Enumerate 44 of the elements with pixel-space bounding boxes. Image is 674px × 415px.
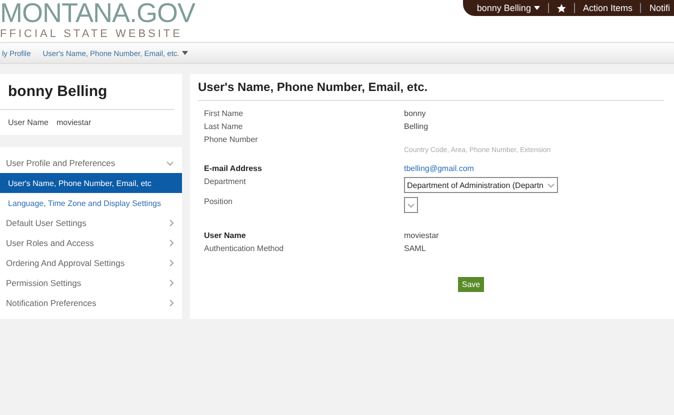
save-button[interactable]: Save xyxy=(458,277,484,292)
chevron-right-icon xyxy=(169,239,174,247)
nav-section[interactable]: User Profile and Preferences xyxy=(0,153,182,173)
field-label: E-mail Address xyxy=(204,164,263,173)
field-label: Position xyxy=(204,197,234,208)
field-label: Authentication Method xyxy=(204,244,285,253)
header-link[interactable]: Notifi xyxy=(649,3,670,13)
field-value: moviestar xyxy=(404,231,439,240)
caret-icon xyxy=(534,6,540,10)
caret-icon xyxy=(182,51,188,55)
star-icon[interactable] xyxy=(556,4,566,12)
logo-subtitle: FFICIAL STATE WEBSITE xyxy=(0,27,184,41)
user-name-label: User Name xyxy=(8,118,48,127)
email-link[interactable]: tbelling@gmail.com xyxy=(404,164,474,173)
chevron-right-icon xyxy=(169,279,174,287)
chevron-right-icon xyxy=(169,299,174,307)
logo-title: MONTANA.GOV xyxy=(0,0,196,27)
field-label: First Name xyxy=(204,109,244,118)
select-field[interactable]: Department of Administration (Departn xyxy=(404,177,558,193)
chevron-right-icon xyxy=(169,219,174,227)
field-label: Last Name xyxy=(204,122,244,131)
nav-section[interactable]: Notification Preferences xyxy=(0,293,182,313)
select-field[interactable] xyxy=(404,197,418,213)
header-link[interactable]: Action Items xyxy=(582,3,632,13)
nav-item[interactable]: Language, Time Zone and Display Settings xyxy=(0,193,182,213)
chevron-down-icon xyxy=(166,160,174,166)
profile-name: bonny Belling xyxy=(0,74,174,110)
field-label: Department xyxy=(204,177,247,188)
nav-section[interactable]: User Roles and Access xyxy=(0,233,182,253)
nav-section[interactable]: Default User Settings xyxy=(0,213,182,233)
nav-item[interactable]: User's Name, Phone Number, Email, etc xyxy=(0,173,182,193)
form-title: User's Name, Phone Number, Email, etc. xyxy=(198,80,664,101)
field-label: Phone Number xyxy=(204,135,259,146)
nav-section[interactable]: Permission Settings xyxy=(0,273,182,293)
field-value: Belling xyxy=(404,122,428,131)
chevron-right-icon xyxy=(169,259,174,267)
field-value: bonny xyxy=(404,109,426,118)
user-menu[interactable]: bonny Belling xyxy=(476,3,540,13)
chevron-down-icon xyxy=(546,182,555,188)
field-value: SAML xyxy=(404,244,426,253)
chevron-down-icon xyxy=(407,202,415,208)
nav-section[interactable]: Ordering And Approval Settings xyxy=(0,253,182,273)
field-label: User Name xyxy=(204,231,247,240)
user-name-value: moviestar xyxy=(56,118,92,127)
